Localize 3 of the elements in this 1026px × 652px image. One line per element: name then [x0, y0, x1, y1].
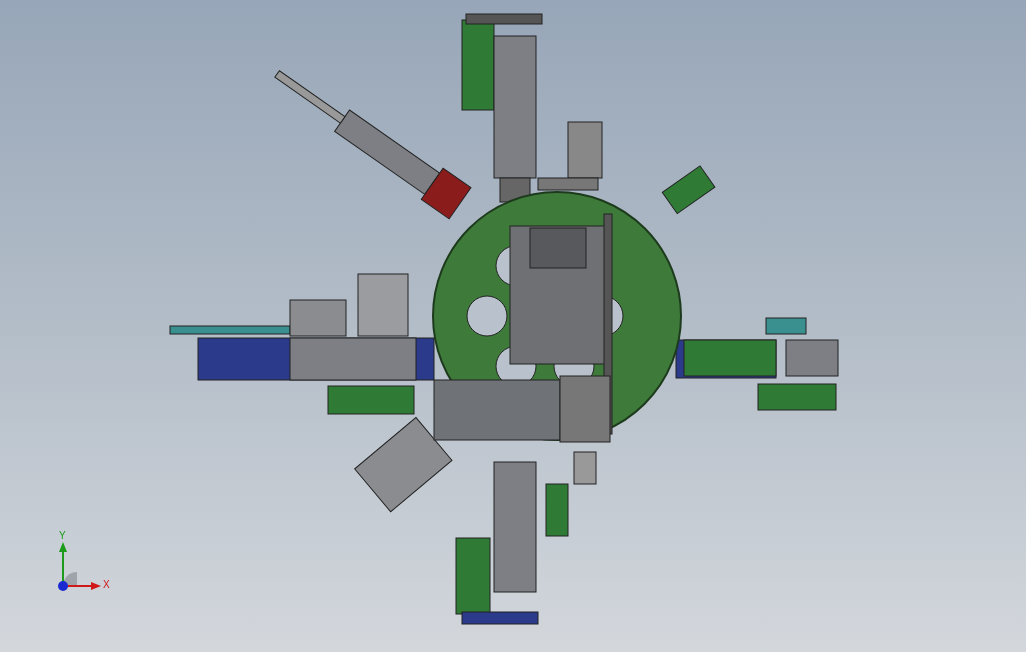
axis-triad-icon	[55, 542, 101, 594]
y-axis-label: Y	[59, 531, 66, 541]
x-axis-label: X	[103, 580, 110, 590]
